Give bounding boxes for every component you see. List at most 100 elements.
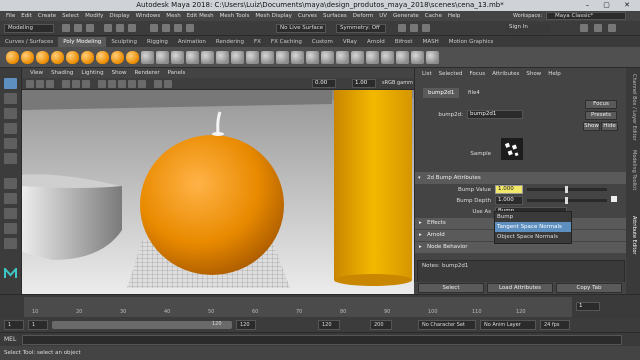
isolate-icon[interactable] — [164, 80, 172, 88]
shadows-icon[interactable] — [138, 80, 146, 88]
color-space-label[interactable]: sRGB gamm — [382, 80, 413, 86]
presets-button[interactable]: Presets — [585, 111, 617, 120]
bump-value-slider[interactable] — [527, 186, 607, 193]
live-surface-field[interactable]: No Live Surface — [276, 24, 326, 33]
section-2d-bump[interactable]: ▾ 2d Bump Attributes — [415, 172, 627, 184]
bump-depth-field[interactable]: 1.000 — [495, 196, 523, 205]
sample-swatch[interactable] — [501, 138, 523, 160]
snap-point-icon[interactable] — [174, 24, 182, 32]
lasso-tool-icon[interactable] — [4, 93, 17, 104]
mirror-icon[interactable] — [366, 51, 379, 64]
range-end-field[interactable]: 120 — [236, 320, 256, 330]
multi-cut-icon[interactable] — [276, 51, 289, 64]
mel-input[interactable] — [22, 335, 622, 345]
anim-layer-select[interactable]: No Anim Layer — [480, 320, 536, 330]
menu-surfaces[interactable]: Surfaces — [323, 11, 347, 21]
ipr-render-icon[interactable] — [410, 24, 418, 32]
load-attributes-button[interactable]: Load Attributes — [487, 283, 553, 293]
menu-curves[interactable]: Curves — [298, 11, 317, 21]
menu-select[interactable]: Select — [62, 11, 79, 21]
camera-select-icon[interactable] — [26, 80, 34, 88]
viewport-menu-show[interactable]: Show — [112, 68, 127, 78]
circularize-icon[interactable] — [336, 51, 349, 64]
viewport-menu-shading[interactable]: Shading — [51, 68, 73, 78]
exposure-field[interactable]: 0.00 — [312, 79, 336, 88]
time-slider[interactable]: 10 20 30 40 50 60 70 80 90 100 110 120 1 — [0, 294, 640, 318]
bridge-icon[interactable] — [201, 51, 214, 64]
xray-icon[interactable] — [154, 80, 162, 88]
outliner-icon[interactable] — [4, 223, 17, 234]
single-view-icon[interactable] — [4, 178, 17, 189]
menu-edit[interactable]: Edit — [21, 11, 32, 21]
extract-icon[interactable] — [186, 51, 199, 64]
focus-button[interactable]: Focus — [585, 100, 617, 109]
ae-menu-selected[interactable]: Selected — [439, 69, 463, 80]
menu-mesh[interactable]: Mesh — [166, 11, 180, 21]
ae-menu-show[interactable]: Show — [526, 69, 541, 80]
automatic-uv-icon[interactable] — [411, 51, 424, 64]
copy-tab-button[interactable]: Copy Tab — [556, 283, 622, 293]
show-button[interactable]: Show — [583, 122, 600, 131]
current-frame-field[interactable]: 1 — [576, 302, 600, 311]
bump-depth-slider[interactable] — [527, 197, 607, 204]
bump-value-field[interactable]: 1.000 — [495, 185, 523, 194]
workspace-select[interactable]: Maya Classic* — [546, 12, 626, 20]
menu-modify[interactable]: Modify — [85, 11, 103, 21]
poly-plane-icon[interactable] — [81, 51, 94, 64]
mode-select[interactable]: Modeling — [4, 24, 54, 33]
paint-select-icon[interactable] — [4, 108, 17, 119]
insert-edge-loop-icon[interactable] — [306, 51, 319, 64]
boolean-union-icon[interactable] — [351, 51, 364, 64]
camera-attributes-icon[interactable] — [36, 80, 44, 88]
poly-cone-icon[interactable] — [51, 51, 64, 64]
new-scene-icon[interactable] — [62, 24, 70, 32]
fps-select[interactable]: 24 fps — [540, 320, 570, 330]
menu-mesh-display[interactable]: Mesh Display — [255, 11, 292, 21]
start-time-field[interactable]: 1 — [4, 320, 24, 330]
four-view-icon[interactable] — [4, 193, 17, 204]
orange-model[interactable] — [140, 135, 284, 275]
viewport-menu-lighting[interactable]: Lighting — [81, 68, 103, 78]
viewport-menu-renderer[interactable]: Renderer — [134, 68, 159, 78]
viewport-menu-panels[interactable]: Panels — [168, 68, 186, 78]
bookmark-icon[interactable] — [46, 80, 54, 88]
fill-hole-icon[interactable] — [261, 51, 274, 64]
channel-box-icon[interactable] — [608, 24, 616, 32]
tab-bump2d1[interactable]: bump2d1 — [423, 88, 460, 98]
ae-menu-focus[interactable]: Focus — [469, 69, 485, 80]
film-gate-icon[interactable] — [72, 80, 80, 88]
tab-file4[interactable]: file4 — [463, 88, 485, 98]
move-tool-icon[interactable] — [4, 123, 17, 134]
scale-tool-icon[interactable] — [4, 153, 17, 164]
uv-editor-icon[interactable] — [381, 51, 394, 64]
poly-sphere-icon[interactable] — [6, 51, 19, 64]
graph-editor-icon[interactable] — [4, 238, 17, 249]
poly-platonic-icon[interactable] — [111, 51, 124, 64]
range-start-field[interactable]: 1 — [28, 320, 48, 330]
symmetry-field[interactable]: Symmetry: Off — [336, 24, 386, 33]
menu-edit-mesh[interactable]: Edit Mesh — [187, 11, 214, 21]
smooth-shade-icon[interactable] — [108, 80, 116, 88]
ae-menu-help[interactable]: Help — [548, 69, 561, 80]
layout-icon[interactable] — [4, 208, 17, 219]
rotate-tool-icon[interactable] — [4, 138, 17, 149]
hide-button[interactable]: Hide — [601, 122, 618, 131]
range-bar[interactable]: 120 — [52, 321, 232, 329]
combine-icon[interactable] — [141, 51, 154, 64]
menu-deform[interactable]: Deform — [353, 11, 373, 21]
ae-menu-attributes[interactable]: Attributes — [492, 69, 519, 80]
select-component-icon[interactable] — [128, 24, 136, 32]
menu-display[interactable]: Display — [109, 11, 129, 21]
select-object-icon[interactable] — [116, 24, 124, 32]
bevel-icon[interactable] — [216, 51, 229, 64]
option-bump[interactable]: Bump — [495, 212, 571, 222]
target-weld-icon[interactable] — [291, 51, 304, 64]
attribute-editor-icon[interactable] — [594, 24, 602, 32]
modeling-toolkit-icon[interactable] — [580, 24, 588, 32]
sign-in-button[interactable]: Sign In — [506, 24, 550, 33]
render-settings-icon[interactable] — [422, 24, 430, 32]
menu-file[interactable]: File — [6, 11, 15, 21]
grid-icon[interactable] — [62, 80, 70, 88]
wireframe-icon[interactable] — [98, 80, 106, 88]
menu-windows[interactable]: Windows — [136, 11, 161, 21]
